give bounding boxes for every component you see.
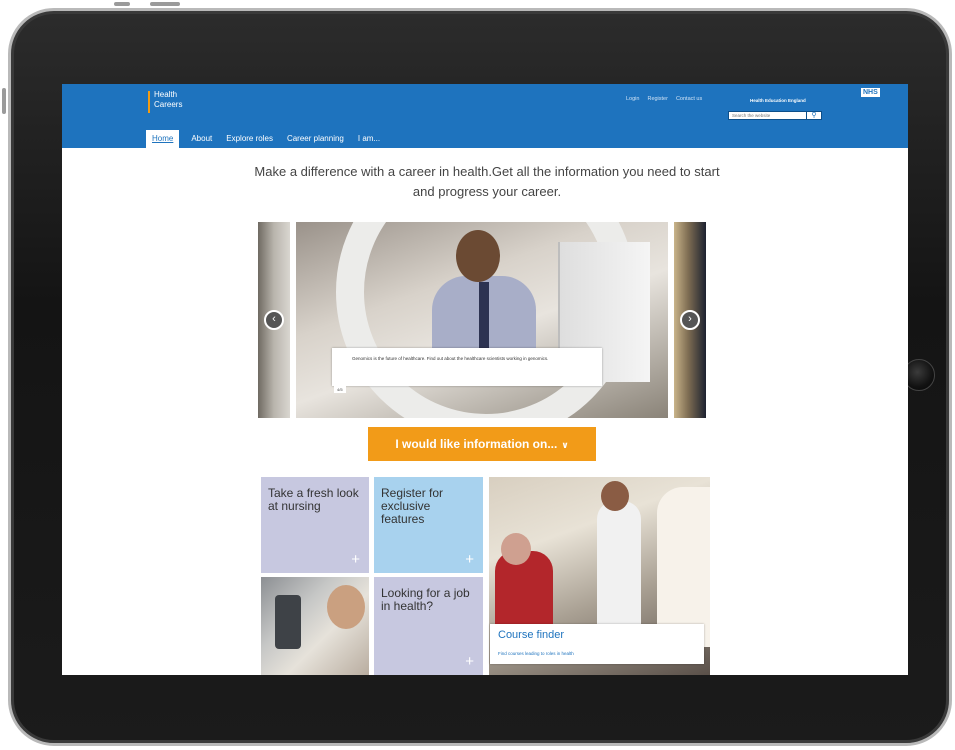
chevron-down-icon: ∨ — [561, 440, 569, 450]
carousel-main-slide[interactable] — [296, 222, 668, 418]
lab-worker-image — [327, 585, 365, 629]
login-link[interactable]: Login — [626, 96, 639, 102]
nurse-image — [657, 487, 710, 647]
male-nurse-head — [601, 481, 629, 511]
tile-job-text: Looking for a job in health? — [381, 586, 470, 613]
microscope-image — [275, 595, 301, 649]
search-icon: ⚲ — [811, 112, 817, 119]
main-nav: Home About Explore roles Career planning… — [146, 128, 394, 148]
scientist-head — [456, 230, 500, 282]
male-nurse-image — [597, 501, 641, 631]
course-finder-title[interactable]: Course finder — [498, 629, 564, 641]
contact-us-link[interactable]: Contact us — [676, 96, 702, 102]
information-dropdown-button[interactable]: I would like information on... ∨ — [368, 427, 596, 461]
nav-about[interactable]: About — [191, 134, 212, 148]
nav-i-am[interactable]: I am... — [358, 134, 380, 148]
tile-job[interactable]: Looking for a job in health? + — [374, 577, 483, 675]
screen: Health Careers Login Register Contact us… — [62, 84, 908, 675]
plus-icon: + — [465, 551, 474, 568]
tile-nursing-text: Take a fresh look at nursing — [268, 486, 359, 513]
register-link[interactable]: Register — [647, 96, 667, 102]
utility-links: Login Register Contact us — [626, 96, 702, 102]
tile-register-text: Register for exclusive features — [381, 486, 444, 526]
carousel-next-button[interactable]: › — [680, 310, 700, 330]
chevron-left-icon: ‹ — [272, 313, 276, 325]
org-name: Health Education England — [750, 98, 806, 103]
tile-register[interactable]: Register for exclusive features + — [374, 477, 483, 573]
logo-accent-bar — [148, 91, 150, 113]
mute-switch — [114, 2, 130, 6]
slide-counter: 4/5 — [334, 386, 346, 393]
page-tagline: Make a difference with a career in healt… — [254, 164, 720, 199]
nav-career-planning[interactable]: Career planning — [287, 134, 344, 148]
chevron-right-icon: › — [688, 313, 692, 325]
carousel-prev-button[interactable]: ‹ — [264, 310, 284, 330]
logo-line-2: Careers — [154, 100, 183, 109]
site-logo[interactable]: Health Careers — [148, 90, 182, 113]
plus-icon: + — [351, 551, 360, 568]
nhs-logo: NHS — [861, 88, 880, 97]
logo-line-1: Health — [154, 90, 178, 99]
cta-label: I would like information on... — [395, 437, 558, 451]
search-button[interactable]: ⚲ — [806, 111, 822, 120]
carousel-caption[interactable]: Genomics is the future of healthcare. Fi… — [352, 355, 600, 362]
nav-home[interactable]: Home — [146, 130, 180, 148]
carousel-caption-box[interactable] — [332, 348, 602, 386]
plus-icon: + — [465, 653, 474, 670]
patient-head — [501, 533, 531, 565]
nav-explore-roles[interactable]: Explore roles — [226, 134, 273, 148]
course-finder-description: Find courses leading to roles in health — [498, 651, 574, 656]
tile-lab-image[interactable] — [261, 577, 369, 675]
tile-nursing[interactable]: Take a fresh look at nursing + — [261, 477, 369, 573]
power-button — [150, 2, 180, 6]
scientist-tie — [479, 282, 489, 352]
volume-button — [2, 88, 6, 114]
